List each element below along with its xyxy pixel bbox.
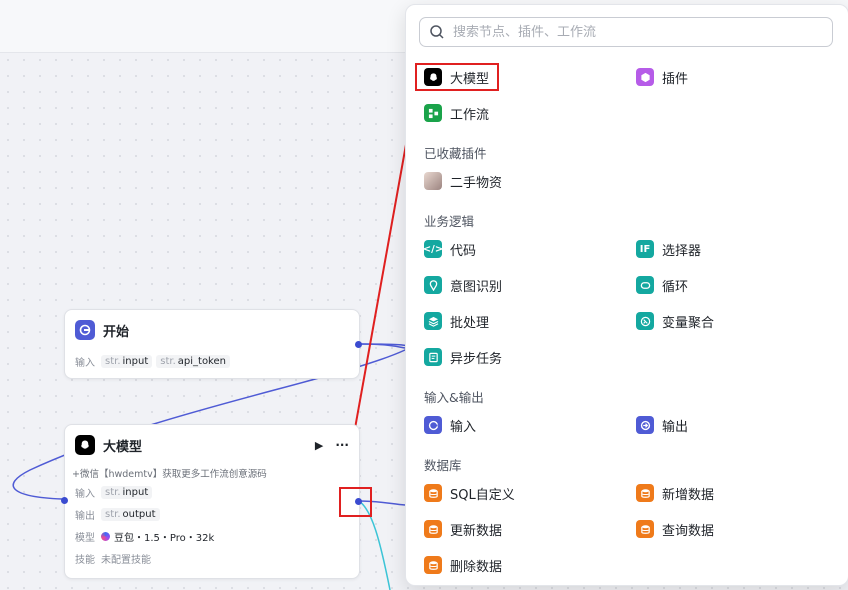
- start-node-inputs: 输入 str. input str. api_token: [65, 350, 359, 372]
- start-icon: [75, 320, 95, 340]
- output-icon: [636, 416, 654, 434]
- start-input-label: 输入: [75, 357, 95, 369]
- section-title-database: 数据库: [424, 458, 462, 473]
- async-icon: [424, 348, 442, 366]
- node-item-async[interactable]: 异步任务: [424, 344, 502, 370]
- node-item-code[interactable]: </> 代码: [423, 236, 476, 262]
- section-title-io: 输入&输出: [424, 390, 484, 405]
- node-item-input[interactable]: 输入: [424, 412, 476, 438]
- run-button[interactable]: ▶: [315, 439, 323, 452]
- doubao-icon: [101, 531, 110, 541]
- code-icon: </>: [423, 240, 443, 258]
- start-output-port[interactable]: [355, 341, 362, 348]
- node-item-db-delete[interactable]: 删除数据: [424, 552, 502, 578]
- aggregate-icon: [636, 312, 654, 330]
- llm-node[interactable]: 大模型 ▶ ··· +微信【hwdemtv】获取更多工作流创意源码 输入 str…: [61, 424, 362, 579]
- param-pill: str. api_token: [156, 354, 230, 368]
- llm-node-description: +微信【hwdemtv】获取更多工作流创意源码: [72, 469, 267, 480]
- param-pill: str. input: [101, 485, 153, 499]
- search-icon: [430, 25, 444, 39]
- start-node[interactable]: 开始 输入 str. input str. api_token: [64, 309, 362, 379]
- if-icon: IF: [636, 240, 654, 258]
- plugin-icon: [636, 68, 654, 86]
- node-item-output[interactable]: 输出: [636, 412, 688, 438]
- node-item-batch[interactable]: 批处理: [424, 308, 489, 334]
- llm-node-model-row: 模型 豆包・1.5・Pro・32k: [65, 525, 359, 547]
- llm-node-title: 大模型: [103, 439, 143, 455]
- db-delete-icon: [424, 556, 442, 574]
- node-item-loop[interactable]: 循环: [636, 272, 688, 298]
- section-title-favorites: 已收藏插件: [424, 146, 487, 161]
- skill-value: 未配置技能: [101, 554, 151, 566]
- search-input[interactable]: [451, 23, 832, 41]
- loop-icon: [636, 276, 654, 294]
- node-item-plugin[interactable]: 插件: [636, 64, 688, 90]
- node-item-db-update[interactable]: 更新数据: [424, 516, 502, 542]
- annotation-box-llm: [415, 63, 499, 91]
- llm-icon: [75, 435, 95, 455]
- db-sql-icon: [424, 484, 442, 502]
- llm-node-output-row: 输出 str. output: [65, 503, 359, 525]
- node-item-selector[interactable]: IF 选择器: [636, 236, 701, 262]
- node-item-favorite[interactable]: 二手物资: [424, 168, 502, 194]
- node-picker-panel: 大模型 插件 工作流 已收藏插件 二手物资 业务逻辑 </> 代码 IF 选择器…: [405, 4, 848, 586]
- search-box[interactable]: [419, 17, 833, 47]
- param-pill: str. input: [101, 354, 153, 368]
- batch-icon: [424, 312, 442, 330]
- llm-node-skill-row: 技能 未配置技能: [65, 547, 359, 569]
- db-add-icon: [636, 484, 654, 502]
- avatar-icon: [424, 172, 442, 190]
- intent-icon: [424, 276, 442, 294]
- llm-node-input-row: 输入 str. input: [65, 481, 359, 503]
- db-query-icon: [636, 520, 654, 538]
- node-item-workflow[interactable]: 工作流: [424, 100, 489, 126]
- node-item-sql[interactable]: SQL自定义: [424, 480, 515, 506]
- model-value: 豆包・1.5・Pro・32k: [114, 532, 215, 544]
- param-pill: str. output: [101, 507, 160, 521]
- node-item-aggregate[interactable]: 变量聚合: [636, 308, 714, 334]
- db-update-icon: [424, 520, 442, 538]
- annotation-box-port: [339, 487, 372, 517]
- start-node-title: 开始: [103, 324, 130, 340]
- workflow-icon: [424, 104, 442, 122]
- input-icon: [424, 416, 442, 434]
- llm-input-port[interactable]: [61, 497, 68, 504]
- node-item-intent[interactable]: 意图识别: [424, 272, 502, 298]
- more-button[interactable]: ···: [335, 438, 349, 452]
- section-title-business-logic: 业务逻辑: [424, 214, 475, 229]
- node-item-db-add[interactable]: 新增数据: [636, 480, 714, 506]
- node-item-db-query[interactable]: 查询数据: [636, 516, 714, 542]
